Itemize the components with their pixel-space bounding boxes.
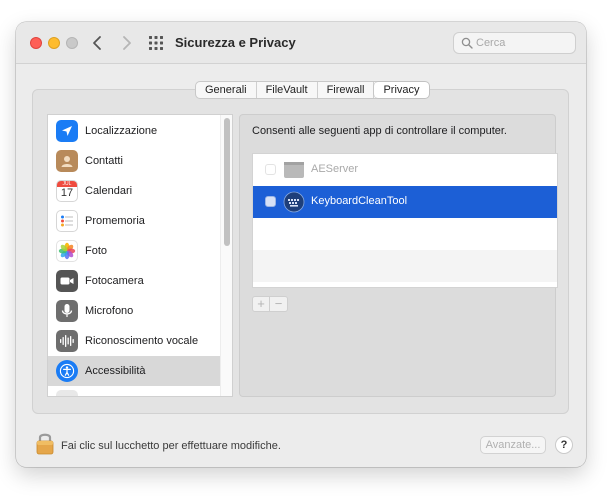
grid-icon — [149, 36, 163, 50]
lock-icon — [36, 433, 54, 455]
add-remove-control: + − — [252, 296, 288, 312]
sidebar-item-label: Accessibilità — [85, 365, 146, 377]
sidebar-item-label: Calendari — [85, 185, 133, 197]
sidebar-item-fotocamera[interactable]: Fotocamera — [48, 266, 220, 296]
advanced-button[interactable]: Avanzate... — [480, 436, 546, 454]
keyboard-clean-tool-icon — [283, 191, 305, 213]
search-input[interactable] — [476, 35, 572, 51]
sidebar-item-label: Localizzazione — [85, 125, 158, 137]
list-item-aeserver[interactable]: AEServer — [253, 154, 557, 186]
empty-row — [253, 250, 557, 282]
help-button[interactable]: ? — [555, 436, 573, 454]
accessibility-pane: Consenti alle seguenti app di controllar… — [239, 114, 558, 397]
sidebar-item-localizzazione[interactable]: Localizzazione — [48, 116, 220, 146]
sidebar-item-label: Contatti — [85, 155, 123, 167]
remove-app-button[interactable]: − — [270, 297, 287, 311]
sidebar-item-label: Microfono — [85, 305, 134, 317]
app-icon — [56, 390, 78, 396]
sidebar-item-microfono[interactable]: Microfono — [48, 296, 220, 326]
sidebar-item-partial — [48, 386, 220, 396]
title-bar: Sicurezza e Privacy — [16, 22, 586, 64]
lock-message: Fai clic sul lucchetto per effettuare mo… — [61, 440, 281, 452]
sidebar-item-label: Foto — [85, 245, 108, 257]
sidebar-item-label: Riconoscimento vocale — [85, 335, 199, 347]
chevron-right-icon — [123, 36, 131, 50]
photos-icon — [56, 240, 78, 262]
accessibility-icon — [56, 360, 78, 382]
show-all-button[interactable] — [148, 35, 164, 51]
reminders-icon — [56, 210, 78, 232]
contacts-icon — [56, 150, 78, 172]
list-item-keyboardcleantool[interactable]: KeyboardCleanTool — [253, 186, 557, 218]
scrollbar-thumb[interactable] — [224, 118, 230, 246]
sidebar-item-label: Fotocamera — [85, 275, 144, 287]
tab-filevault[interactable]: FileVault — [257, 82, 318, 98]
app-name: AEServer — [311, 163, 359, 175]
minimize-window-button[interactable] — [48, 37, 60, 49]
tab-generali[interactable]: Generali — [196, 82, 257, 98]
privacy-category-list: Localizzazione Contatti JUL 17 Calendari — [47, 114, 233, 397]
sidebar-item-label: Promemoria — [85, 215, 145, 227]
microphone-icon — [56, 300, 78, 322]
forward-button[interactable] — [116, 33, 136, 53]
zoom-window-button[interactable] — [66, 37, 78, 49]
calendar-icon: JUL 17 — [56, 180, 78, 202]
aeserver-icon — [283, 159, 305, 181]
speech-recognition-icon — [56, 330, 78, 352]
pane-caption: Consenti alle seguenti app di controllar… — [252, 125, 507, 137]
app-list: AEServer KeyboardCleanTool — [252, 153, 558, 288]
sidebar-item-riconoscimento-vocale[interactable]: Riconoscimento vocale — [48, 326, 220, 356]
close-window-button[interactable] — [30, 37, 42, 49]
back-button[interactable] — [88, 33, 108, 53]
sidebar-item-foto[interactable]: Foto — [48, 236, 220, 266]
tab-privacy[interactable]: Privacy — [374, 82, 429, 98]
add-app-button[interactable]: + — [253, 297, 270, 311]
window-title: Sicurezza e Privacy — [175, 35, 296, 50]
sidebar-item-accessibilita[interactable]: Accessibilità — [48, 356, 220, 386]
footer: Fai clic sul lucchetto per effettuare mo… — [16, 422, 586, 467]
preferences-window: Sicurezza e Privacy Generali FileVault F… — [16, 22, 586, 467]
search-icon — [461, 37, 473, 49]
chevron-left-icon — [93, 36, 101, 50]
tab-firewall[interactable]: Firewall — [318, 82, 375, 98]
app-checkbox[interactable] — [265, 164, 276, 175]
sidebar-scrollbar[interactable] — [220, 115, 232, 396]
empty-row — [253, 218, 557, 250]
location-arrow-icon — [56, 120, 78, 142]
sidebar-item-calendari[interactable]: JUL 17 Calendari — [48, 176, 220, 206]
sidebar-item-contatti[interactable]: Contatti — [48, 146, 220, 176]
lock-button[interactable] — [35, 430, 55, 459]
app-checkbox[interactable] — [265, 196, 276, 207]
privacy-panel: Localizzazione Contatti JUL 17 Calendari — [32, 89, 569, 414]
tab-bar: Generali FileVault Firewall Privacy — [195, 81, 430, 99]
search-field[interactable] — [453, 32, 576, 54]
app-name: KeyboardCleanTool — [311, 195, 408, 207]
sidebar-item-promemoria[interactable]: Promemoria — [48, 206, 220, 236]
camera-icon — [56, 270, 78, 292]
